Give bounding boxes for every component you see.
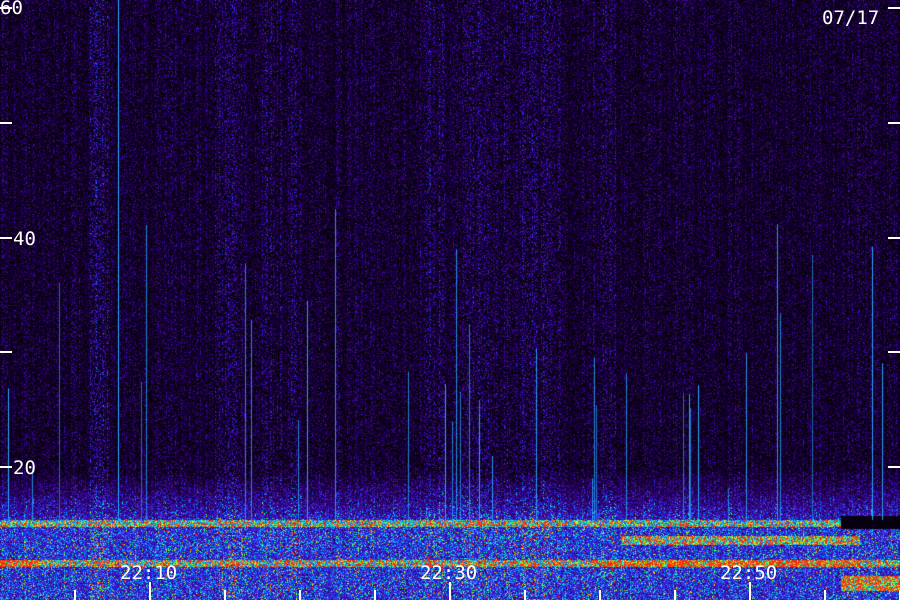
x-label-2210: 22:10 — [120, 562, 178, 584]
y-label-40: 40 — [13, 228, 36, 250]
x-tick — [599, 590, 601, 600]
x-tick — [299, 590, 301, 600]
y-tick-left — [0, 351, 12, 354]
x-tick — [449, 582, 451, 600]
y-tick-right — [888, 121, 900, 124]
x-tick — [824, 590, 826, 600]
date-label: 07/17 — [822, 7, 880, 29]
y-label-20: 20 — [13, 457, 36, 479]
y-tick-left — [0, 121, 12, 124]
y-tick-right — [888, 236, 900, 239]
y-label-60: 60 — [0, 0, 23, 19]
y-tick-right — [888, 351, 900, 354]
x-tick — [524, 590, 526, 600]
x-tick — [674, 590, 676, 600]
y-tick-right — [888, 466, 900, 468]
y-tick-left — [0, 236, 12, 239]
x-label-2230: 22:30 — [420, 562, 478, 584]
y-tick-left — [0, 7, 12, 9]
x-tick — [374, 590, 376, 600]
x-label-2250: 22:50 — [720, 562, 778, 584]
x-tick — [74, 590, 76, 600]
y-tick-right — [888, 7, 900, 9]
spectrogram-image — [0, 0, 900, 600]
x-tick — [749, 582, 751, 600]
x-tick — [149, 582, 151, 600]
y-tick-left — [0, 466, 12, 468]
x-tick — [224, 590, 226, 600]
